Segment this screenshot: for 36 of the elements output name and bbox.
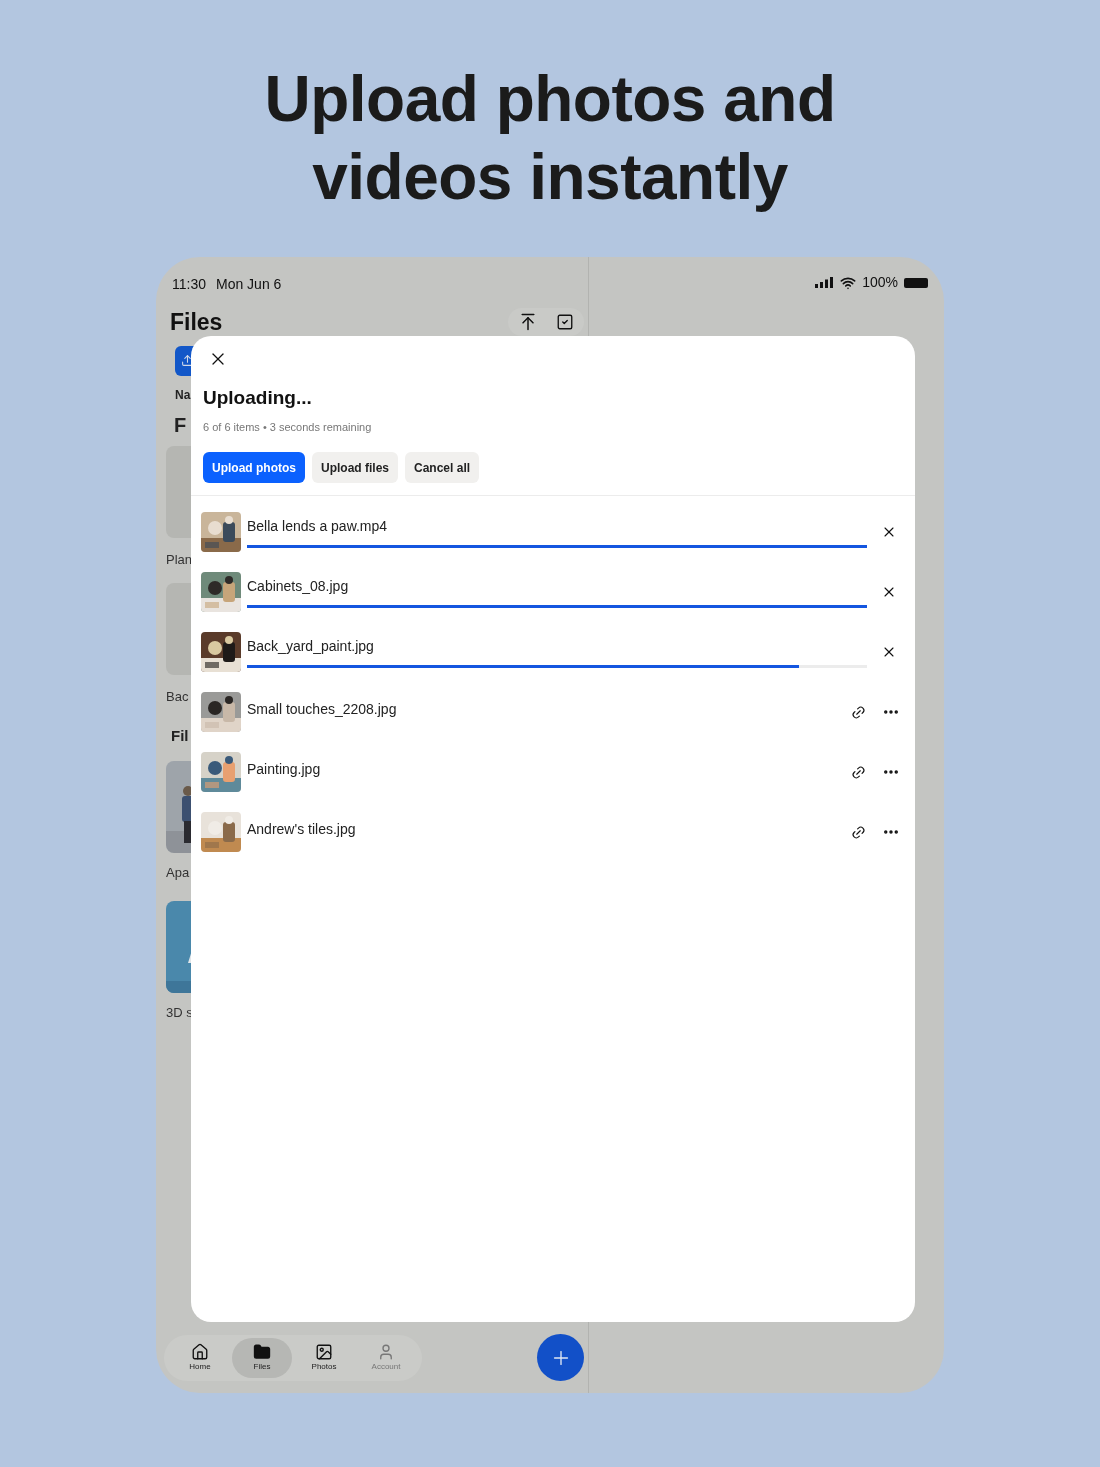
headline: Upload photos and: [264, 62, 836, 137]
file-name: Bella lends a paw.mp4: [247, 517, 389, 536]
tab[interactable]: Files: [232, 1337, 292, 1378]
tab[interactable]: Home: [170, 1337, 230, 1378]
battery-icon: [904, 277, 928, 288]
user-icon: [377, 1342, 395, 1361]
upload-icon[interactable]: [518, 312, 538, 333]
headline: videos instantly: [312, 140, 788, 215]
share-icon: [181, 354, 194, 367]
section-title: F: [174, 412, 187, 438]
file-name: Cabinets_08.jpg: [247, 577, 350, 596]
file-name: Painting.jpg: [247, 759, 322, 779]
section-title: Fil: [171, 725, 189, 746]
signal-icon: [815, 277, 835, 288]
file-name: Back_yard_paint.jpg: [247, 637, 375, 656]
folder-name: Plan: [166, 550, 193, 569]
pane-title: Files: [170, 308, 223, 337]
home-icon: [191, 1342, 209, 1361]
image-icon: [315, 1342, 333, 1361]
status-date: Mon Jun 6: [216, 275, 282, 294]
sheet-title: Uploading...: [203, 386, 313, 410]
folder-icon: [253, 1342, 271, 1361]
upload-status: 6 of 6 items • 3 seconds remaining: [203, 419, 373, 435]
folder-name: Bac: [166, 688, 189, 706]
action-button[interactable]: Upload photos: [203, 452, 305, 483]
file-name: Andrew's tiles.jpg: [247, 819, 357, 839]
status-time: 11:30: [172, 275, 206, 294]
sort-label: Na: [175, 386, 191, 404]
battery-percent: 100%: [862, 273, 898, 292]
file-name: Small touches_2208.jpg: [247, 699, 398, 719]
action-button[interactable]: Cancel all: [405, 452, 480, 483]
add-button[interactable]: [537, 1334, 584, 1381]
action-button[interactable]: Upload files: [312, 452, 398, 483]
file-name: Apa: [166, 864, 190, 882]
select-icon[interactable]: [556, 313, 574, 332]
tab[interactable]: Photos: [294, 1337, 354, 1378]
